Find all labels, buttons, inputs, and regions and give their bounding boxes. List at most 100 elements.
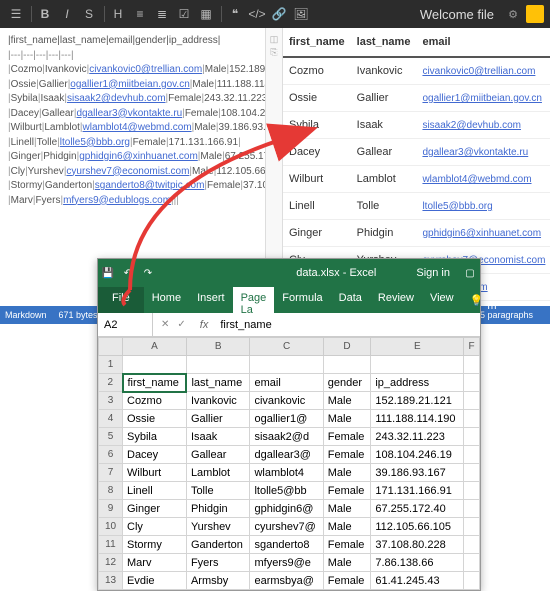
row-header[interactable]: 12 [99, 554, 123, 572]
cell[interactable]: Tolle [186, 482, 250, 500]
cell[interactable]: Stormy [123, 536, 187, 554]
window-controls[interactable]: ▢ [460, 268, 480, 279]
cell[interactable] [464, 482, 480, 500]
cell[interactable] [371, 356, 464, 374]
cell[interactable]: Ivankovic [186, 392, 250, 410]
cell[interactable]: Male [323, 554, 371, 572]
email-link[interactable]: wlamblot4@webmd.com [422, 174, 531, 185]
cell[interactable]: 243.32.11.223 [371, 428, 464, 446]
cell[interactable]: cyurshev7@ [250, 518, 323, 536]
excel-titlebar[interactable]: 💾 ↶ ↷ data.xlsx - Excel Sign in ▢ [98, 259, 480, 287]
cell[interactable]: gphidgin6@ [250, 500, 323, 518]
col-header[interactable]: E [371, 338, 464, 356]
cell[interactable]: earmsbya@ [250, 572, 323, 590]
ribbon-tab[interactable]: Page La [233, 287, 275, 313]
cell[interactable] [464, 356, 480, 374]
cell[interactable]: last_name [186, 374, 250, 392]
strike-icon[interactable]: S [79, 4, 99, 24]
cell[interactable]: Yurshev [186, 518, 250, 536]
ribbon-tab[interactable]: Insert [189, 287, 233, 313]
cell[interactable] [464, 536, 480, 554]
cell[interactable]: Evdie [123, 572, 187, 590]
col-header[interactable]: B [186, 338, 250, 356]
code-icon[interactable]: </> [247, 4, 267, 24]
cell[interactable]: 171.131.166.91 [371, 482, 464, 500]
cell[interactable] [186, 356, 250, 374]
cell[interactable]: Marv [123, 554, 187, 572]
cell[interactable]: mfyers9@e [250, 554, 323, 572]
email-link[interactable]: gphidgin6@xinhuanet.com [422, 228, 541, 239]
tell-me[interactable]: 💡Tell m [462, 287, 512, 313]
cell[interactable] [250, 356, 323, 374]
cell[interactable] [464, 410, 480, 428]
email-link[interactable]: ltolle5@bbb.org [422, 201, 492, 212]
formula-input[interactable]: first_name [214, 319, 277, 331]
cell[interactable]: Cozmo [123, 392, 187, 410]
cell[interactable]: 39.186.93.167 [371, 464, 464, 482]
col-header[interactable]: F [464, 338, 480, 356]
cell[interactable]: Fyers [186, 554, 250, 572]
cell[interactable]: 67.255.172.40 [371, 500, 464, 518]
cell[interactable]: Female [323, 446, 371, 464]
col-header[interactable]: A [123, 338, 187, 356]
bold-icon[interactable]: B [35, 4, 55, 24]
cell[interactable]: Male [323, 410, 371, 428]
cell[interactable] [464, 374, 480, 392]
cell[interactable]: 152.189.21.121 [371, 392, 464, 410]
undo-icon[interactable]: ↶ [118, 268, 138, 279]
cell[interactable]: sganderto8 [250, 536, 323, 554]
cell[interactable]: Ganderton [186, 536, 250, 554]
row-header[interactable]: 2 [99, 374, 123, 392]
quote-icon[interactable]: ❝ [225, 4, 245, 24]
cell[interactable]: Female [323, 428, 371, 446]
cancel-icon[interactable]: ✕ [157, 319, 173, 330]
cell[interactable]: dgallear3@ [250, 446, 323, 464]
cell[interactable]: Ossie [123, 410, 187, 428]
cell[interactable]: Male [323, 518, 371, 536]
email-link[interactable]: sisaak2@devhub.com [422, 120, 521, 131]
row-header[interactable]: 9 [99, 500, 123, 518]
cell[interactable]: 37.108.80.228 [371, 536, 464, 554]
cell[interactable]: 7.86.138.66 [371, 554, 464, 572]
ribbon-tab[interactable]: View [422, 287, 462, 313]
cell[interactable]: 111.188.114.190 [371, 410, 464, 428]
cell[interactable]: email [250, 374, 323, 392]
row-header[interactable]: 7 [99, 464, 123, 482]
cell[interactable]: wlamblot4 [250, 464, 323, 482]
cell[interactable]: ip_address [371, 374, 464, 392]
row-header[interactable]: 1 [99, 356, 123, 374]
cell[interactable]: Gallier [186, 410, 250, 428]
enter-icon[interactable]: ✓ [173, 319, 189, 330]
row-header[interactable]: 13 [99, 572, 123, 590]
name-box[interactable]: A2 [98, 313, 153, 336]
ribbon-tab[interactable]: Home [144, 287, 189, 313]
cell[interactable]: 108.104.246.19 [371, 446, 464, 464]
cell[interactable] [464, 500, 480, 518]
excel-grid[interactable]: ABCDEF12first_namelast_nameemailgenderip… [98, 337, 480, 590]
cell[interactable]: Male [323, 500, 371, 518]
cell[interactable]: Isaak [186, 428, 250, 446]
cell[interactable]: Lamblot [186, 464, 250, 482]
cell[interactable]: civankovic [250, 392, 323, 410]
olist-icon[interactable]: ≣ [152, 4, 172, 24]
gear-icon[interactable]: ⚙ [504, 5, 522, 23]
cell[interactable]: 61.41.245.43 [371, 572, 464, 590]
cell[interactable] [123, 356, 187, 374]
ribbon-tab[interactable]: Formula [274, 287, 330, 313]
email-link[interactable]: dgallear3@vkontakte.ru [422, 147, 528, 158]
cell[interactable]: sisaak2@d [250, 428, 323, 446]
cell[interactable]: Female [323, 572, 371, 590]
cell[interactable] [464, 554, 480, 572]
italic-icon[interactable]: I [57, 4, 77, 24]
account-icon[interactable] [526, 5, 544, 23]
cell[interactable]: Male [323, 464, 371, 482]
h-icon[interactable]: H [108, 4, 128, 24]
save-icon[interactable]: 💾 [98, 268, 118, 279]
cell[interactable] [464, 464, 480, 482]
ribbon-tab[interactable]: Data [331, 287, 370, 313]
cell[interactable] [464, 428, 480, 446]
list-icon[interactable]: ≡ [130, 4, 150, 24]
cell[interactable]: Linell [123, 482, 187, 500]
row-header[interactable]: 5 [99, 428, 123, 446]
signin-link[interactable]: Sign in [416, 267, 450, 279]
